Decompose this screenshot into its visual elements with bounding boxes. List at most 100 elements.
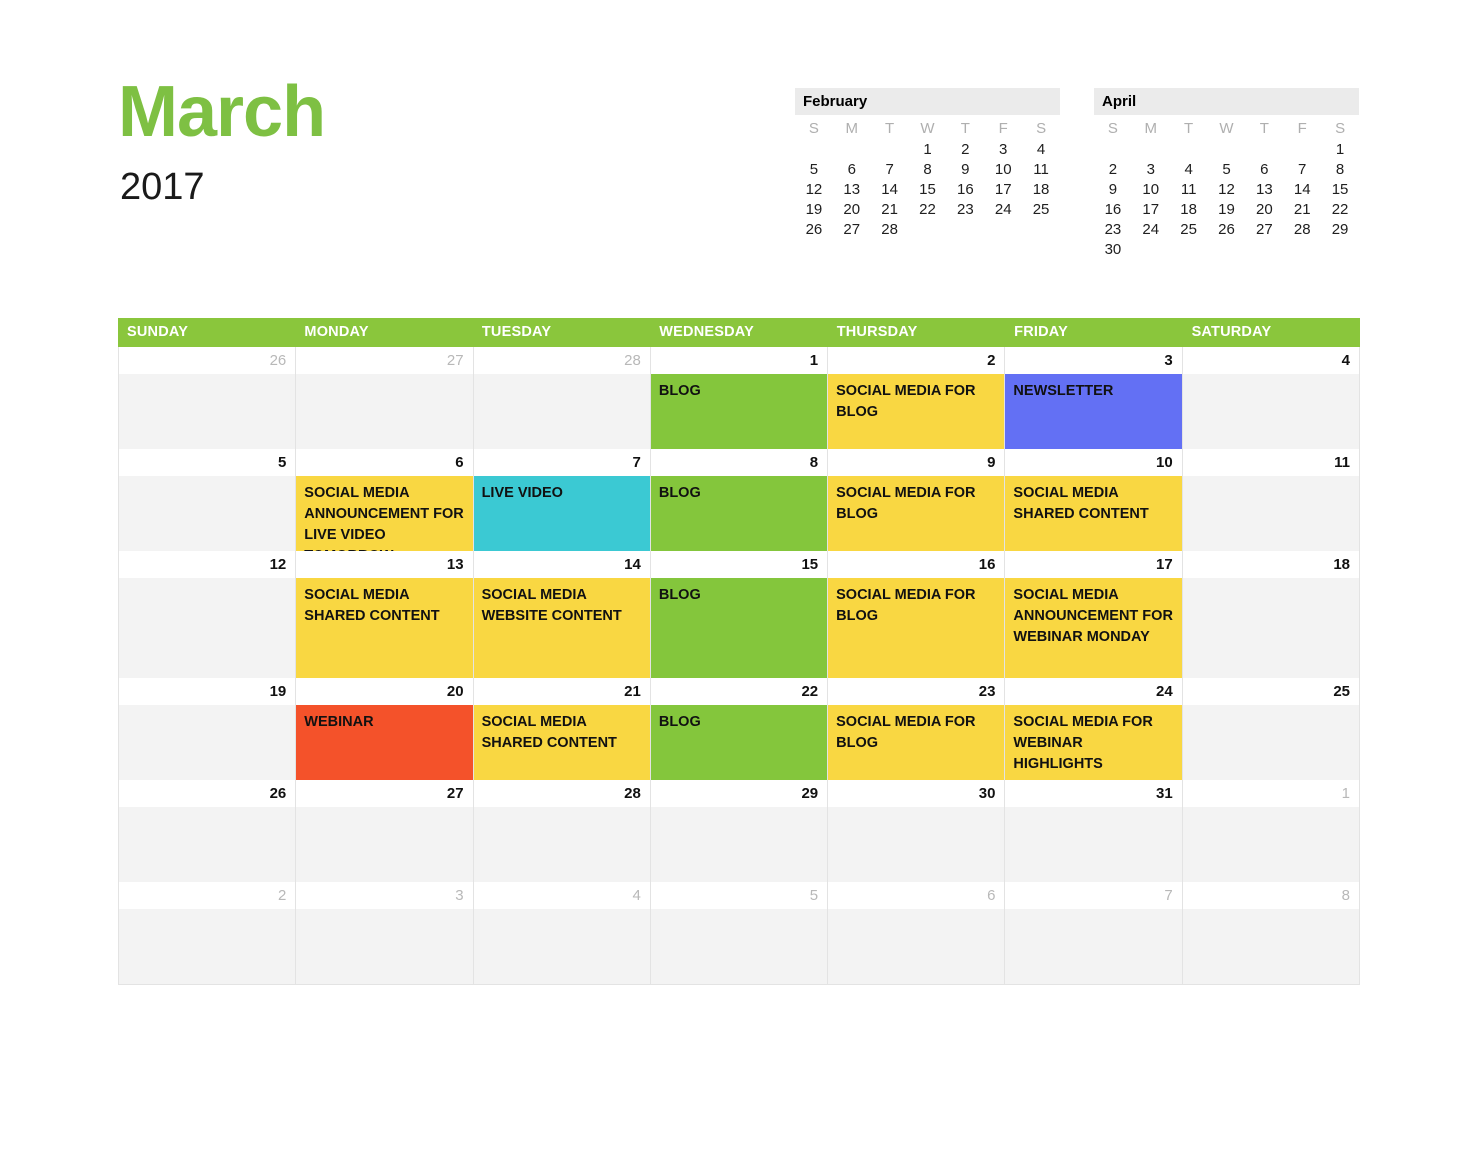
calendar-event[interactable]: LIVE VIDEO xyxy=(473,476,650,551)
mini-calendar-day[interactable]: 12 xyxy=(795,180,833,200)
calendar-day-cell[interactable]: 29 xyxy=(650,780,829,882)
mini-calendar-day[interactable]: 7 xyxy=(871,160,909,180)
mini-calendar-day[interactable]: 5 xyxy=(795,160,833,180)
mini-calendar-day[interactable]: 27 xyxy=(833,220,871,240)
calendar-day-cell[interactable]: 2 xyxy=(119,882,297,984)
mini-calendar-day[interactable]: 11 xyxy=(1170,180,1208,200)
calendar-day-cell[interactable]: 3 NEWSLETTER xyxy=(1005,347,1183,449)
calendar-event[interactable]: BLOG xyxy=(650,476,828,551)
mini-calendar-day[interactable]: 15 xyxy=(909,180,947,200)
calendar-event[interactable]: SOCIAL MEDIA SHARED CONTENT xyxy=(1005,476,1182,551)
calendar-day-cell[interactable]: 5 xyxy=(119,449,297,551)
mini-calendar-day[interactable]: 24 xyxy=(1132,220,1170,240)
mini-calendar-day[interactable]: 6 xyxy=(833,160,871,180)
mini-calendar-day[interactable]: 10 xyxy=(1132,180,1170,200)
mini-calendar-day[interactable]: 2 xyxy=(946,140,984,160)
mini-calendar-day[interactable]: 14 xyxy=(1283,180,1321,200)
calendar-day-cell[interactable]: 31 xyxy=(1005,780,1183,882)
calendar-day-cell[interactable]: 27 xyxy=(296,347,474,449)
mini-calendar-day[interactable]: 16 xyxy=(946,180,984,200)
mini-calendar-day[interactable]: 23 xyxy=(946,200,984,220)
calendar-event[interactable]: BLOG xyxy=(650,374,828,449)
mini-calendar-day[interactable]: 26 xyxy=(795,220,833,240)
mini-calendar-day[interactable]: 30 xyxy=(1094,240,1132,260)
mini-calendar-day[interactable]: 4 xyxy=(1022,140,1060,160)
calendar-day-cell[interactable]: 1 xyxy=(1182,780,1360,882)
calendar-event[interactable]: SOCIAL MEDIA FOR BLOG xyxy=(828,374,1005,449)
calendar-event[interactable]: SOCIAL MEDIA FOR BLOG xyxy=(828,705,1005,780)
calendar-day-cell[interactable]: 7 xyxy=(1005,882,1183,984)
mini-calendar-day[interactable]: 25 xyxy=(1022,200,1060,220)
mini-calendar-day[interactable]: 24 xyxy=(984,200,1022,220)
calendar-day-cell[interactable]: 21 SOCIAL MEDIA SHARED CONTENT xyxy=(473,678,651,780)
mini-calendar-day[interactable]: 5 xyxy=(1208,160,1246,180)
calendar-day-cell[interactable]: 2 SOCIAL MEDIA FOR BLOG xyxy=(828,347,1006,449)
calendar-day-cell[interactable]: 26 xyxy=(119,780,297,882)
calendar-day-cell[interactable]: 11 xyxy=(1182,449,1360,551)
calendar-day-cell[interactable]: 10 SOCIAL MEDIA SHARED CONTENT xyxy=(1005,449,1183,551)
calendar-day-cell[interactable]: 4 xyxy=(1182,347,1360,449)
mini-calendar-day[interactable]: 1 xyxy=(909,140,947,160)
calendar-event[interactable]: WEBINAR xyxy=(296,705,473,780)
calendar-day-cell[interactable]: 24 SOCIAL MEDIA FOR WEBINAR HIGHLIGHTS xyxy=(1005,678,1183,780)
calendar-day-cell[interactable]: 4 xyxy=(473,882,651,984)
mini-calendar-day[interactable]: 1 xyxy=(1321,140,1359,160)
calendar-day-cell[interactable]: 6 xyxy=(828,882,1006,984)
mini-calendar-day[interactable]: 18 xyxy=(1022,180,1060,200)
calendar-day-cell[interactable]: 3 xyxy=(296,882,474,984)
mini-calendar-day[interactable]: 19 xyxy=(795,200,833,220)
calendar-day-cell[interactable]: 7 LIVE VIDEO xyxy=(473,449,651,551)
mini-calendar-day[interactable]: 22 xyxy=(1321,200,1359,220)
calendar-event[interactable]: SOCIAL MEDIA SHARED CONTENT xyxy=(473,705,650,780)
mini-calendar-day[interactable]: 25 xyxy=(1170,220,1208,240)
calendar-day-cell[interactable]: 16 SOCIAL MEDIA FOR BLOG xyxy=(828,551,1006,678)
calendar-event[interactable]: SOCIAL MEDIA FOR WEBINAR HIGHLIGHTS xyxy=(1005,705,1182,780)
mini-calendar-day[interactable]: 3 xyxy=(1132,160,1170,180)
mini-calendar-day[interactable]: 12 xyxy=(1208,180,1246,200)
mini-calendar-day[interactable]: 6 xyxy=(1245,160,1283,180)
mini-calendar-day[interactable]: 27 xyxy=(1245,220,1283,240)
calendar-day-cell[interactable]: 22 BLOG xyxy=(650,678,829,780)
calendar-day-cell[interactable]: 13 SOCIAL MEDIA SHARED CONTENT xyxy=(296,551,474,678)
calendar-event[interactable]: BLOG xyxy=(650,578,828,678)
mini-calendar-day[interactable]: 29 xyxy=(1321,220,1359,240)
calendar-event[interactable]: SOCIAL MEDIA ANNOUNCEMENT FOR WEBINAR MO… xyxy=(1005,578,1182,678)
calendar-day-cell[interactable]: 14 SOCIAL MEDIA WEBSITE CONTENT xyxy=(473,551,651,678)
calendar-day-cell[interactable]: 12 xyxy=(119,551,297,678)
calendar-event[interactable]: BLOG xyxy=(650,705,828,780)
mini-calendar-day[interactable]: 4 xyxy=(1170,160,1208,180)
calendar-event[interactable]: SOCIAL MEDIA ANNOUNCEMENT FOR LIVE VIDEO… xyxy=(296,476,473,551)
mini-calendar-day[interactable]: 9 xyxy=(946,160,984,180)
calendar-event[interactable]: NEWSLETTER xyxy=(1005,374,1182,449)
mini-calendar-day[interactable]: 9 xyxy=(1094,180,1132,200)
mini-calendar-day[interactable]: 13 xyxy=(1245,180,1283,200)
mini-calendar-day[interactable]: 21 xyxy=(1283,200,1321,220)
mini-calendar-day[interactable]: 28 xyxy=(1283,220,1321,240)
mini-calendar-day[interactable]: 7 xyxy=(1283,160,1321,180)
mini-calendar-day[interactable]: 8 xyxy=(909,160,947,180)
calendar-day-cell[interactable]: 30 xyxy=(828,780,1006,882)
mini-calendar-day[interactable]: 3 xyxy=(984,140,1022,160)
mini-calendar-day[interactable]: 11 xyxy=(1022,160,1060,180)
calendar-day-cell[interactable]: 8 BLOG xyxy=(650,449,829,551)
calendar-day-cell[interactable]: 28 xyxy=(473,347,651,449)
mini-calendar-day[interactable]: 2 xyxy=(1094,160,1132,180)
calendar-day-cell[interactable]: 1 BLOG xyxy=(650,347,829,449)
mini-calendar-day[interactable]: 16 xyxy=(1094,200,1132,220)
mini-calendar-day[interactable]: 17 xyxy=(1132,200,1170,220)
mini-calendar-day[interactable]: 19 xyxy=(1208,200,1246,220)
mini-calendar-day[interactable]: 21 xyxy=(871,200,909,220)
mini-calendar-day[interactable]: 23 xyxy=(1094,220,1132,240)
mini-calendar-day[interactable]: 20 xyxy=(833,200,871,220)
mini-calendar-day[interactable]: 22 xyxy=(909,200,947,220)
calendar-day-cell[interactable]: 23 SOCIAL MEDIA FOR BLOG xyxy=(828,678,1006,780)
calendar-day-cell[interactable]: 20 WEBINAR xyxy=(296,678,474,780)
calendar-day-cell[interactable]: 6 SOCIAL MEDIA ANNOUNCEMENT FOR LIVE VIDE… xyxy=(296,449,474,551)
mini-calendar-day[interactable]: 13 xyxy=(833,180,871,200)
calendar-day-cell[interactable]: 28 xyxy=(473,780,651,882)
calendar-day-cell[interactable]: 19 xyxy=(119,678,297,780)
mini-calendar-day[interactable]: 10 xyxy=(984,160,1022,180)
mini-calendar-day[interactable]: 15 xyxy=(1321,180,1359,200)
calendar-day-cell[interactable]: 25 xyxy=(1182,678,1360,780)
calendar-day-cell[interactable]: 17 SOCIAL MEDIA ANNOUNCEMENT FOR WEBINAR … xyxy=(1005,551,1183,678)
